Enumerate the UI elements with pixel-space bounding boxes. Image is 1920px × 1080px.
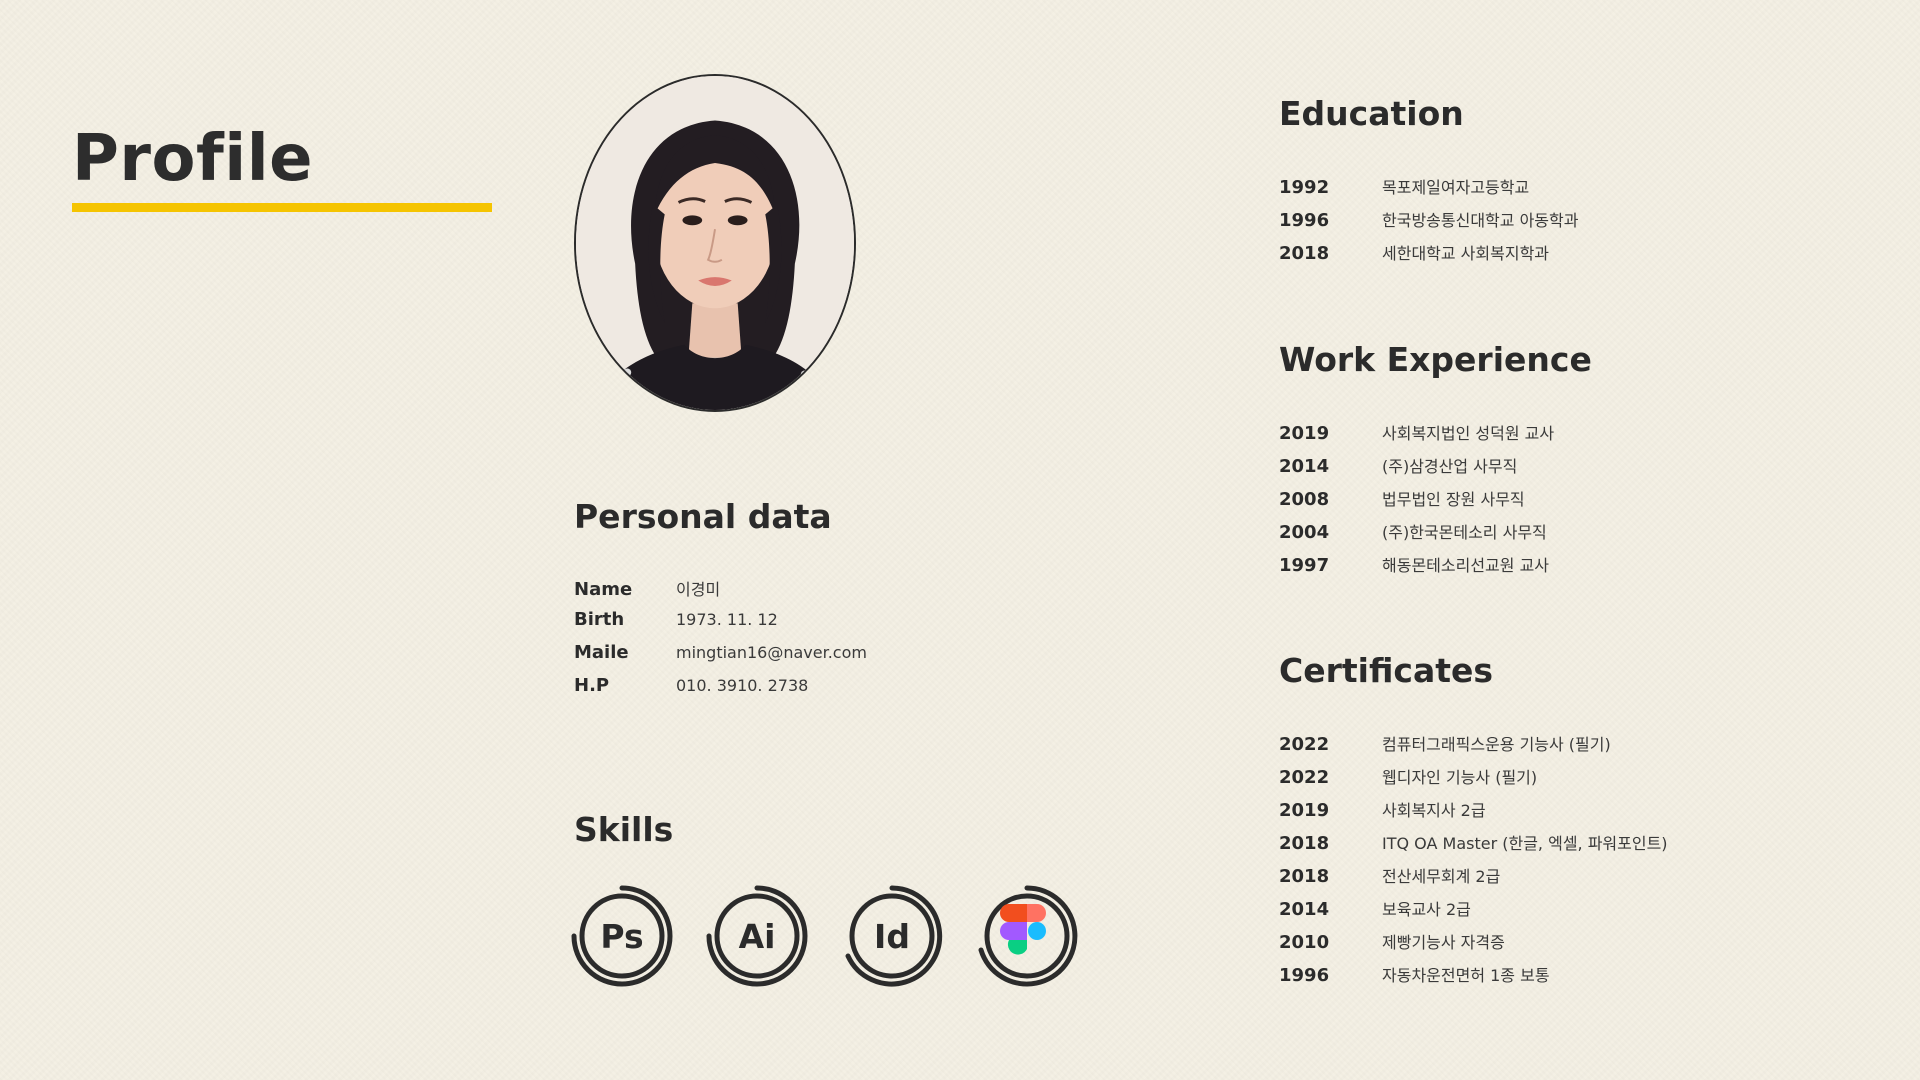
entry-text: (주)삼경산업 사무직	[1382, 457, 1518, 476]
entry-text: 한국방송통신대학교 아동학과	[1382, 211, 1579, 230]
work-heading: Work Experience	[1279, 340, 1592, 379]
year: 2014	[1279, 899, 1330, 920]
personal-value[interactable]: mingtian16@naver.com	[676, 643, 867, 662]
personal-data-heading: Personal data	[574, 497, 832, 536]
year: 2019	[1279, 423, 1330, 444]
education-heading: Education	[1279, 94, 1464, 133]
personal-row-email: Maile mingtian16@naver.com	[574, 642, 867, 663]
list-item: 1997 해동몬테소리선교원 교사	[1279, 552, 1549, 576]
list-item: 1996 자동차운전면허 1종 보통	[1279, 962, 1550, 986]
figma-skill	[975, 884, 1079, 988]
list-item: 1992 목포제일여자고등학교	[1279, 174, 1529, 198]
indesign-skill: Id	[840, 884, 944, 988]
year: 1992	[1279, 177, 1330, 198]
list-item: 2010 제빵기능사 자격증	[1279, 929, 1505, 953]
entry-text: 해동몬테소리선교원 교사	[1382, 556, 1550, 575]
illustrator-skill: Ai	[705, 884, 809, 988]
personal-row-phone: H.P 010. 3910. 2738	[574, 675, 808, 696]
year: 1996	[1279, 210, 1330, 231]
year: 2018	[1279, 866, 1330, 887]
skills-heading: Skills	[574, 810, 674, 849]
year: 2019	[1279, 800, 1330, 821]
skill-label: Id	[874, 916, 910, 956]
personal-label: Birth	[574, 609, 625, 630]
entry-text: 자동차운전면허 1종 보통	[1382, 966, 1550, 985]
list-item: 2014 보육교사 2급	[1279, 896, 1471, 920]
year: 2010	[1279, 932, 1330, 953]
year: 2004	[1279, 522, 1330, 543]
year: 1996	[1279, 965, 1330, 986]
entry-text: 전산세무회계 2급	[1382, 867, 1501, 886]
personal-label: Name	[574, 579, 633, 600]
year: 2022	[1279, 767, 1330, 788]
personal-value: 1973. 11. 12	[676, 610, 778, 629]
skill-label: Ai	[738, 916, 776, 956]
personal-value: 010. 3910. 2738	[676, 676, 809, 695]
year: 2018	[1279, 833, 1330, 854]
list-item: 2022 컴퓨터그래픽스운용 기능사 (필기)	[1279, 731, 1611, 755]
list-item: 2019 사회복지법인 성덕원 교사	[1279, 420, 1554, 444]
list-item: 2014 (주)삼경산업 사무직	[1279, 453, 1517, 477]
list-item: 2008 법무법인 장원 사무직	[1279, 486, 1525, 510]
year: 2022	[1279, 734, 1330, 755]
personal-row-birth: Birth 1973. 11. 12	[574, 609, 778, 630]
photoshop-skill: Ps	[570, 884, 674, 988]
entry-text: 제빵기능사 자격증	[1382, 933, 1505, 952]
personal-value: 이경미	[676, 580, 721, 599]
entry-text: (주)한국몬테소리 사무직	[1382, 523, 1547, 542]
year: 2008	[1279, 489, 1330, 510]
entry-text: 보육교사 2급	[1382, 900, 1471, 919]
list-item: 2019 사회복지사 2급	[1279, 797, 1486, 821]
year: 1997	[1279, 555, 1330, 576]
entry-text: 사회복지사 2급	[1382, 801, 1486, 820]
year: 2018	[1279, 243, 1330, 264]
list-item: 2004 (주)한국몬테소리 사무직	[1279, 519, 1547, 543]
year: 2014	[1279, 456, 1330, 477]
certificates-heading: Certificates	[1279, 651, 1494, 690]
list-item: 2018 세한대학교 사회복지학과	[1279, 240, 1549, 264]
list-item: 2018 ITQ OA Master (한글, 엑셀, 파워포인트)	[1279, 830, 1668, 854]
personal-label: Maile	[574, 642, 629, 663]
list-item: 1996 한국방송통신대학교 아동학과	[1279, 207, 1578, 231]
skill-label: Ps	[600, 916, 644, 956]
entry-text: 목포제일여자고등학교	[1382, 178, 1530, 197]
entry-text: 사회복지법인 성덕원 교사	[1382, 424, 1555, 443]
entry-text: 세한대학교 사회복지학과	[1382, 244, 1550, 263]
personal-label: H.P	[574, 675, 610, 696]
profile-photo	[574, 74, 856, 412]
list-item: 2018 전산세무회계 2급	[1279, 863, 1500, 887]
entry-text: 법무법인 장원 사무직	[1382, 490, 1525, 509]
entry-text: 컴퓨터그래픽스운용 기능사 (필기)	[1382, 735, 1611, 754]
list-item: 2022 웹디자인 기능사 (필기)	[1279, 764, 1537, 788]
personal-row-name: Name 이경미	[574, 576, 720, 600]
entry-text: ITQ OA Master (한글, 엑셀, 파워포인트)	[1382, 834, 1668, 853]
title-underline	[72, 203, 492, 212]
entry-text: 웹디자인 기능사 (필기)	[1382, 768, 1538, 787]
page-title: Profile	[72, 122, 314, 196]
skill-label	[975, 884, 1079, 988]
